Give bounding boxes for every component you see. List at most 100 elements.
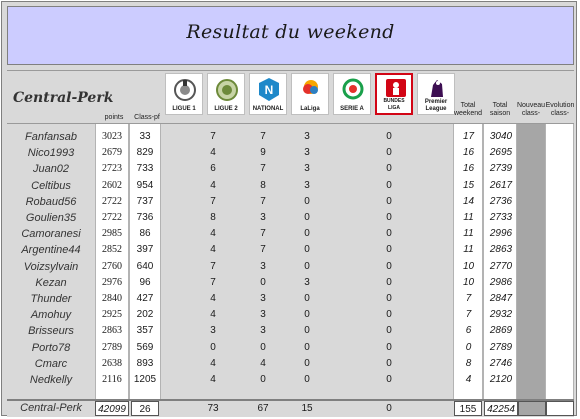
- player-name: Fanfansab: [25, 131, 77, 143]
- total-saison: 2869: [489, 325, 513, 337]
- player-name: Voizsylvain: [23, 260, 79, 273]
- svg-text:N: N: [265, 83, 274, 97]
- ligue1-logo: LIGUE 1: [165, 73, 203, 115]
- league-3-points: 0: [304, 293, 310, 304]
- league-4-points: 0: [386, 163, 392, 175]
- footer-total-saison: 42254: [484, 401, 518, 416]
- premierleague-logo: Premier League: [417, 73, 455, 115]
- footer-league-2: 67: [257, 403, 269, 414]
- evolution-class-header: Evolution class-: [545, 102, 575, 117]
- player-points: 2638: [102, 357, 122, 369]
- league-3-points: 0: [304, 325, 310, 337]
- player-name: Celtibus: [31, 179, 71, 192]
- league-3-points: 0: [304, 212, 310, 223]
- page-title: Resultat du weekend: [186, 21, 395, 43]
- total-weekend: 16: [462, 163, 475, 175]
- bundesliga-caption: BUNDES LIGA: [383, 98, 405, 111]
- league-2-points: 8: [260, 179, 266, 191]
- seriea-logo-icon: [342, 78, 364, 100]
- player-name: Brisseurs: [28, 325, 74, 338]
- league-4-points: 0: [386, 179, 392, 191]
- national-logo: N NATIONAL: [249, 73, 287, 115]
- player-points: 2976: [102, 276, 122, 288]
- player-name: Thunder: [30, 293, 72, 305]
- league-1-points: 7: [210, 260, 216, 272]
- league-3-points: 3: [304, 163, 310, 175]
- footer-league-4: 0: [386, 403, 392, 414]
- league-4-points: 0: [386, 147, 392, 159]
- title-banner: Resultat du weekend: [7, 6, 574, 65]
- league-1-points: 7: [210, 195, 216, 207]
- player-classpf: 202: [136, 309, 154, 321]
- table-row: Celtibus 2602 954 4 8 3 0 15 2617: [7, 178, 574, 194]
- league-3-points: 0: [304, 341, 310, 353]
- table-row: Goulien35 2722 736 8 3 0 0 11 2733: [7, 210, 574, 226]
- total-weekend: 7: [465, 309, 472, 321]
- player-name: Nedkelly: [29, 374, 73, 386]
- player-classpf: 86: [139, 228, 151, 240]
- player-classpf: 357: [136, 325, 154, 337]
- total-weekend: 17: [462, 131, 475, 142]
- league-1-points: 4: [210, 244, 216, 256]
- total-saison: 3040: [489, 131, 513, 142]
- league-4-points: 0: [386, 357, 392, 369]
- total-weekend: 11: [463, 244, 474, 256]
- total-saison: 2739: [489, 163, 513, 175]
- table-row: Cmarc 2638 893 4 4 0 0 8 2746: [7, 356, 574, 372]
- league-3-points: 0: [304, 244, 310, 256]
- player-classpf: 569: [136, 341, 154, 353]
- totals-row: Central-Perk 42099 26 73 67 15 0 155 422…: [7, 399, 574, 417]
- table-row: Robaud56 2722 737 7 7 0 0 14 2736: [7, 194, 574, 210]
- player-classpf: 737: [136, 195, 154, 207]
- total-weekend: 11: [463, 228, 474, 240]
- total-saison: 2695: [489, 147, 513, 159]
- league-4-points: 0: [386, 325, 392, 337]
- league-2-points: 0: [260, 276, 266, 288]
- ligue1-logo-icon: [174, 79, 196, 101]
- league-1-points: 4: [210, 357, 216, 369]
- player-name: Camoranesi: [21, 228, 81, 241]
- player-points: 2789: [102, 341, 122, 353]
- league-1-points: 7: [210, 276, 216, 288]
- total-saison: 2932: [489, 309, 513, 321]
- player-name: Amohuy: [30, 309, 72, 322]
- league-3-points: 0: [304, 195, 310, 207]
- table-row: Juan02 2723 733 6 7 3 0 16 2739: [7, 161, 574, 177]
- league-1-points: 4: [210, 147, 216, 159]
- table-row: Brisseurs 2863 357 3 3 0 0 6 2869: [7, 323, 574, 339]
- laliga-logo-icon: [303, 80, 318, 94]
- total-saison: 2863: [489, 244, 513, 256]
- league-4-points: 0: [386, 244, 392, 256]
- player-classpf: 33: [139, 131, 151, 142]
- league-2-points: 3: [260, 212, 266, 223]
- player-name: Robaud56: [25, 195, 77, 208]
- total-saison: 2733: [489, 212, 513, 223]
- league-4-points: 0: [386, 309, 392, 321]
- national-caption: NATIONAL: [252, 106, 284, 112]
- total-weekend: 11: [463, 212, 474, 223]
- footer-club-name: Central-Perk: [20, 402, 82, 414]
- footer-league-1: 73: [207, 403, 219, 414]
- footer-nouveau-class: [518, 401, 546, 416]
- laliga-caption: LaLiga: [300, 106, 320, 112]
- league-2-points: 0: [260, 341, 266, 353]
- league-1-points: 6: [210, 163, 216, 175]
- total-saison: 2746: [489, 357, 513, 369]
- total-saison-header: Total saison: [489, 102, 511, 117]
- total-saison: 2736: [489, 195, 513, 207]
- league-4-points: 0: [386, 276, 392, 288]
- player-classpf: 397: [136, 244, 154, 256]
- league-2-points: 7: [260, 195, 266, 207]
- league-3-points: 3: [304, 179, 310, 191]
- seriea-logo: SERIE A: [333, 73, 371, 115]
- table-row: Kezan 2976 96 7 0 3 0 10 2986: [7, 275, 574, 291]
- total-saison: 2789: [489, 341, 513, 353]
- ligue2-caption: LIGUE 2: [214, 106, 238, 112]
- league-1-points: 7: [210, 131, 216, 142]
- player-points: 2116: [102, 374, 122, 385]
- player-name: Nico1993: [27, 147, 75, 160]
- table-row: Camoranesi 2985 86 4 7 0 0 11 2996: [7, 226, 574, 242]
- league-4-points: 0: [386, 293, 392, 304]
- player-points: 2840: [102, 293, 122, 304]
- total-weekend: 10: [462, 260, 475, 272]
